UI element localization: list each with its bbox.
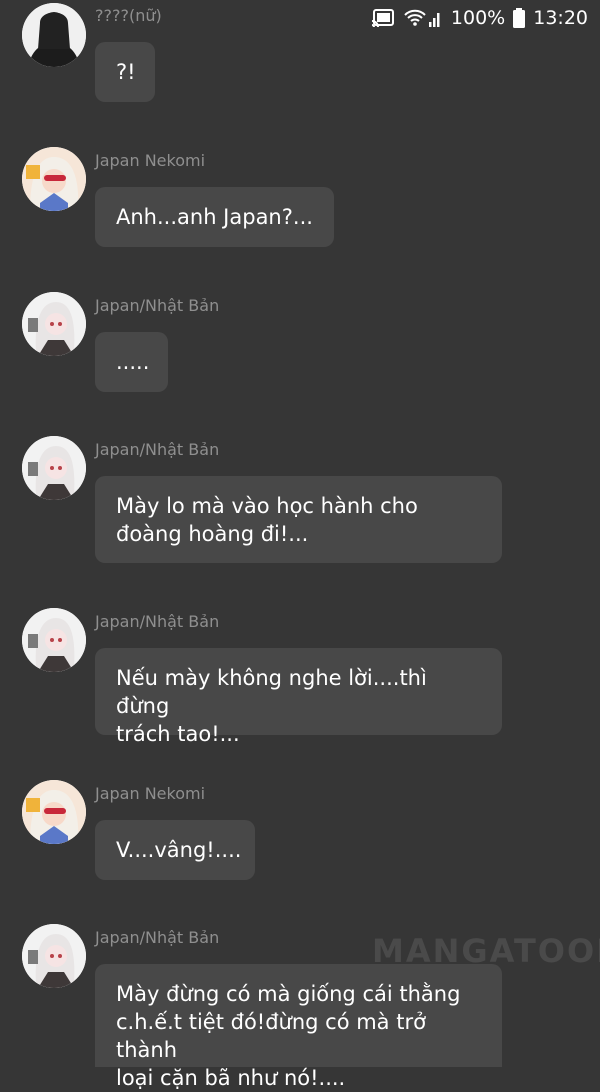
status-bar: 100% 13:20 [358, 0, 600, 36]
message-bubble[interactable]: V....vâng!.... [95, 820, 255, 880]
sender-name: Japan/Nhật Bản [95, 440, 220, 459]
sender-name: Japan Nekomi [95, 151, 206, 170]
clock: 13:20 [533, 7, 588, 29]
sender-name: ????(nữ) [95, 6, 162, 25]
message-bubble[interactable]: Mày lo mà vào học hành cho đoàng hoàng đ… [95, 476, 502, 563]
japan-avatar[interactable] [22, 608, 86, 672]
sender-name: Japan/Nhật Bản [95, 928, 220, 947]
japan-avatar[interactable] [22, 924, 86, 988]
wifi-signal-icon [403, 8, 443, 28]
sender-name: Japan Nekomi [95, 784, 206, 803]
battery-icon [513, 8, 526, 28]
message-bubble[interactable]: ..... [95, 332, 168, 392]
japan-avatar[interactable] [22, 292, 86, 356]
nekomi-avatar[interactable] [22, 147, 86, 211]
silhouette-avatar[interactable] [22, 3, 86, 67]
nekomi-avatar[interactable] [22, 780, 86, 844]
battery-percent: 100% [450, 7, 506, 29]
message-bubble[interactable]: Mày đừng có mà giống cái thằng c.h.ế.t t… [95, 964, 502, 1090]
cast-icon [371, 8, 395, 28]
sender-name: Japan/Nhật Bản [95, 612, 220, 631]
japan-avatar[interactable] [22, 436, 86, 500]
message-bubble[interactable]: Nếu mày không nghe lời....thì đừng trách… [95, 648, 502, 746]
message-bubble[interactable]: Anh...anh Japan?... [95, 187, 334, 247]
message-bubble[interactable]: ?! [95, 42, 155, 102]
sender-name: Japan/Nhật Bản [95, 296, 220, 315]
